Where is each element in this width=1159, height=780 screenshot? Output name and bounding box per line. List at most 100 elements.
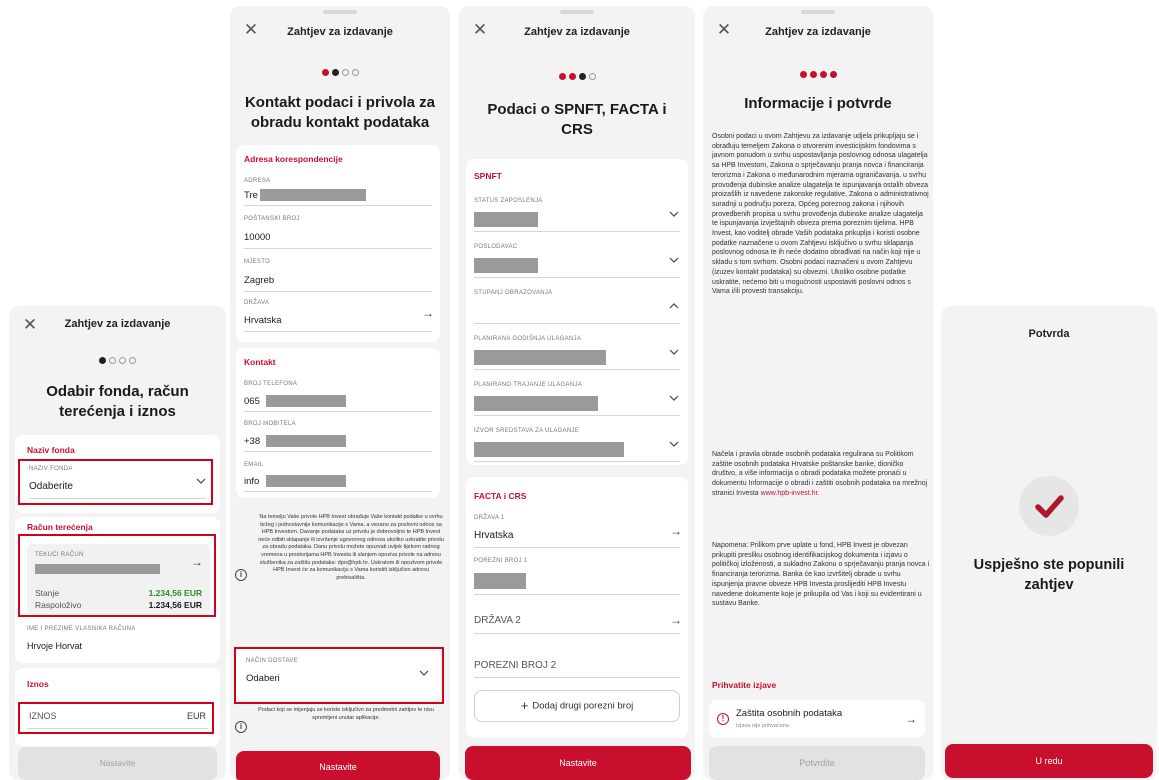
divider [474, 369, 680, 370]
divider [244, 411, 432, 412]
mobile-input[interactable]: +38 [244, 436, 260, 447]
fund-card: Naziv fonda NAZIV FONDA Odaberite [15, 435, 220, 513]
balance-label: Stanje [35, 588, 60, 598]
continue-button[interactable]: Nastavite [236, 751, 440, 780]
divider [474, 677, 680, 678]
tax2-input[interactable]: POREZNI BROJ 2 [474, 660, 556, 671]
tax1-label: POREZNI BROJ 1 [474, 558, 528, 564]
chevron-down-icon[interactable] [668, 346, 680, 358]
step-dot [321, 69, 329, 77]
fund-field-label: NAZIV FONDA [29, 466, 73, 472]
spnft-field-value-redacted[interactable] [474, 258, 538, 273]
divider [29, 498, 206, 499]
step-dot [119, 357, 126, 365]
delivery-label: NAČIN DOSTAVE [246, 658, 299, 664]
chevron-down-icon[interactable] [668, 438, 680, 450]
arrow-right-icon[interactable]: → [670, 614, 682, 626]
address-card: Adresa korespondencije ADRESA Tre POŠTAN… [236, 145, 440, 342]
country2-input[interactable]: DRŽAVA 2 [474, 615, 521, 626]
ok-button[interactable]: U redu [945, 744, 1153, 778]
postal-input[interactable]: 10000 [244, 232, 270, 243]
add-tax-label: Dodaj drugi porezni broj [532, 700, 634, 712]
city-input[interactable]: Zagreb [244, 275, 274, 286]
currency-label: EUR [186, 711, 206, 721]
spnft-field-value-redacted[interactable] [474, 442, 624, 457]
page-title: Informacije i potvrde [744, 95, 892, 112]
divider [244, 451, 432, 452]
step-dot [558, 73, 566, 81]
step-dot [568, 73, 576, 81]
phone-input[interactable]: 065 [244, 396, 260, 407]
dialog-title: Zahtjev za izdavanje [765, 26, 871, 38]
chevron-down-icon[interactable] [195, 475, 207, 487]
confirm-button-disabled[interactable]: Potvrdite [709, 746, 925, 780]
divider [244, 331, 432, 332]
continue-button[interactable]: Nastavite [465, 746, 691, 780]
spnft-section-title: SPNFT [474, 171, 502, 181]
address-redacted [260, 189, 366, 201]
spnft-field-label: PLANIRANA GODIŠNJA ULAGANJA [474, 336, 582, 342]
statement-item[interactable]: ! Zaštita osobnih podataka Izjava nije p… [709, 700, 925, 738]
arrow-right-icon: → [905, 712, 917, 726]
tax1-redacted[interactable] [474, 573, 526, 589]
step-dot [331, 69, 339, 77]
continue-button-disabled[interactable]: Nastavite [18, 747, 217, 780]
address-input[interactable]: Tre [244, 190, 258, 201]
confirmation-title: Potvrda [1028, 328, 1070, 340]
step-indicator [459, 68, 695, 86]
facta-section-title: FACTA i CRS [474, 491, 527, 501]
step-dot [588, 73, 596, 81]
arrow-right-icon[interactable]: → [670, 525, 682, 537]
spnft-field-label: PLANIRANO TRAJANJE ULAGANJA [474, 382, 583, 388]
info-paragraph-3: Napomena: Prilikom prve uplate u fond, H… [712, 542, 930, 608]
step-indicator [9, 352, 226, 370]
chevron-down-icon[interactable] [418, 667, 430, 679]
screen-information: ✕ Zahtjev za izdavanje Informacije i pot… [703, 6, 933, 780]
step-dot [829, 71, 837, 79]
spnft-field-value-redacted[interactable] [474, 212, 538, 227]
chevron-down-icon[interactable] [668, 208, 680, 220]
arrow-right-icon[interactable]: → [191, 556, 203, 568]
divider [244, 248, 432, 249]
address-label: ADRESA [244, 178, 271, 184]
account-number-redacted [35, 564, 160, 574]
account-box[interactable]: TEKUĆI RAČUN → Stanje 1.234,56 EUR Raspo… [27, 544, 210, 616]
email-input[interactable]: info [244, 476, 259, 487]
amount-input[interactable]: IZNOS [29, 711, 57, 721]
delivery-card: NAČIN DOSTAVE Odaberi [236, 647, 440, 700]
screen-confirmation: Potvrda Uspješno ste popunili zahtjev U … [941, 306, 1157, 780]
country-select[interactable]: Hrvatska [244, 315, 281, 326]
plus-icon: + [520, 698, 529, 713]
step-dot [819, 71, 827, 79]
info-paragraph-1: Osobni podaci u ovom Zahtjevu za izdavan… [712, 133, 929, 296]
spnft-card: SPNFT STATUS ZAPOSLENJA POSLODAVAC STUPANJ… [466, 159, 688, 465]
divider [244, 491, 432, 492]
spnft-field-value-redacted[interactable] [474, 350, 606, 365]
country1-select[interactable]: Hrvatska [474, 530, 513, 541]
divider [474, 633, 680, 634]
add-tax-button[interactable]: + Dodaj drugi porezni broj [474, 690, 680, 722]
invest-link[interactable]: www.hpb-invest.hr. [761, 490, 820, 497]
balance-value: 1.234,56 EUR [148, 588, 202, 598]
divider [474, 323, 680, 324]
spnft-field-label: POSLODAVAC [474, 244, 518, 250]
step-dot [129, 357, 136, 365]
available-value: 1.234,56 EUR [148, 600, 202, 610]
spnft-field-value-redacted[interactable] [474, 396, 598, 411]
phone-label: BROJ TELEFONA [244, 381, 298, 387]
facta-card: FACTA i CRS DRŽAVA 1 Hrvatska → POREZNI … [466, 477, 688, 738]
statement-status: Izjava nije prihvaćena [736, 723, 789, 729]
chevron-down-icon[interactable] [668, 392, 680, 404]
divider [474, 461, 680, 462]
info-paragraph-2: Načela i pravila obrade osobnih podataka… [712, 450, 930, 499]
spnft-field-label: IZVOR SREDSTAVA ZA ULAGANJE [474, 428, 580, 434]
dialog-title: Zahtjev za izdavanje [287, 26, 393, 38]
delivery-select[interactable]: Odaberi [246, 673, 280, 684]
success-badge [1019, 476, 1079, 536]
dialog-title: Zahtjev za izdavanje [524, 26, 630, 38]
email-label: EMAIL [244, 462, 264, 468]
chevron-up-icon[interactable] [668, 300, 680, 312]
chevron-down-icon[interactable] [668, 254, 680, 266]
arrow-right-icon[interactable]: → [422, 307, 434, 319]
fund-select-value[interactable]: Odaberite [29, 481, 73, 492]
